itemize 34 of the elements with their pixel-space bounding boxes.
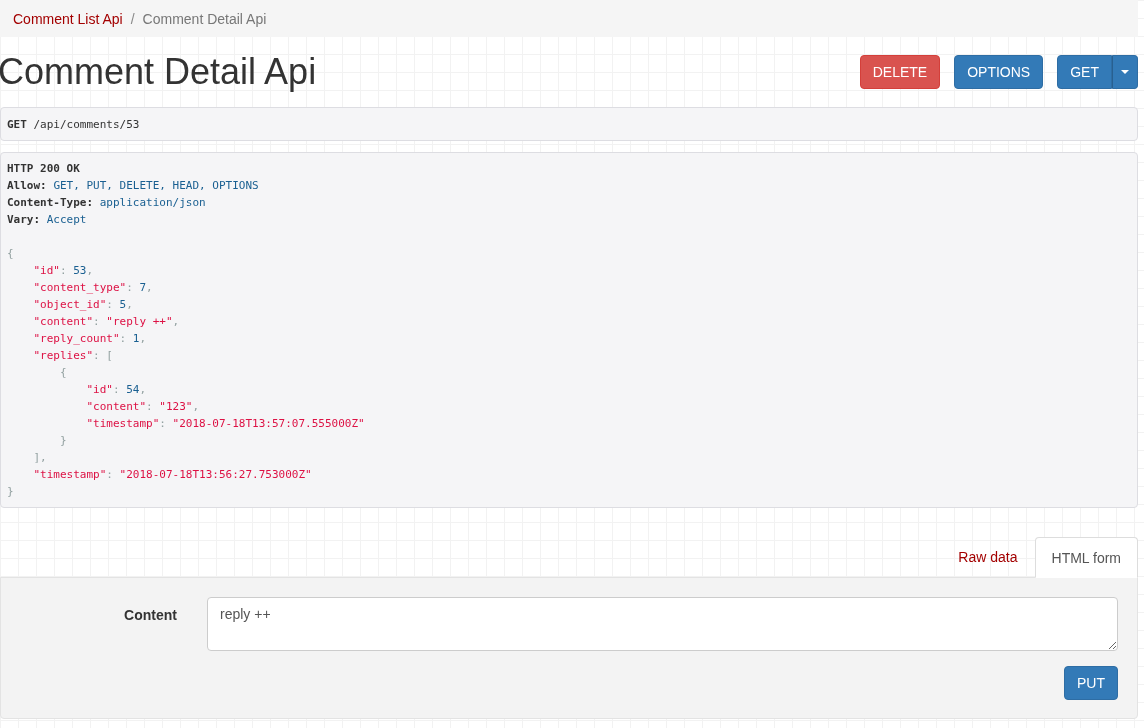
options-button[interactable]: OPTIONS (954, 55, 1044, 89)
status-line: HTTP 200 OK (7, 162, 80, 175)
tab[interactable]: HTML form (1034, 537, 1138, 578)
delete-button[interactable]: DELETE (859, 55, 941, 89)
page-title: Comment Detail Api (0, 51, 317, 93)
code-line: { (7, 247, 14, 260)
code-line: "id": 53, (32, 264, 94, 277)
breadcrumb-current: Comment Detail Api (142, 10, 267, 27)
code-line: "timestamp": "2018-07-18T13:56:27.753000Z" (32, 468, 312, 481)
code-line: "content": "123", (85, 400, 200, 413)
breadcrumb-separator: / (129, 10, 136, 27)
code-line: "object_id": 5, (32, 298, 133, 311)
format-dropdown-button[interactable] (1112, 55, 1138, 89)
code-line: "content_type": 7, (32, 281, 153, 294)
content-textarea[interactable]: reply ++ (207, 597, 1118, 651)
code-line: "timestamp": "2018-07-18T13:57:07.555000Z" (85, 417, 365, 430)
response-header: Vary: Accept (7, 213, 87, 226)
caret-icon (1121, 70, 1129, 74)
request-line: GET /api/comments/53 (7, 117, 140, 131)
tab[interactable]: Raw data (941, 536, 1035, 577)
code-line: "replies": [ (32, 349, 113, 362)
breadcrumb-link[interactable]: Comment List Api (13, 10, 123, 27)
code-line: "id": 54, (85, 383, 147, 396)
response-header: Content-Type: application/json (7, 196, 206, 209)
code-line: } (7, 485, 14, 498)
code-line: "reply_count": 1, (32, 332, 147, 345)
put-button[interactable]: PUT (1064, 666, 1118, 700)
field-label: Content (123, 606, 177, 623)
response-header: Allow: GET, PUT, DELETE, HEAD, OPTIONS (7, 179, 259, 192)
code-line: ], (32, 451, 47, 464)
get-button[interactable]: GET (1057, 55, 1112, 89)
code-line: { (58, 366, 67, 379)
code-line: "content": "reply ++", (32, 315, 180, 328)
code-line: } (58, 434, 67, 447)
